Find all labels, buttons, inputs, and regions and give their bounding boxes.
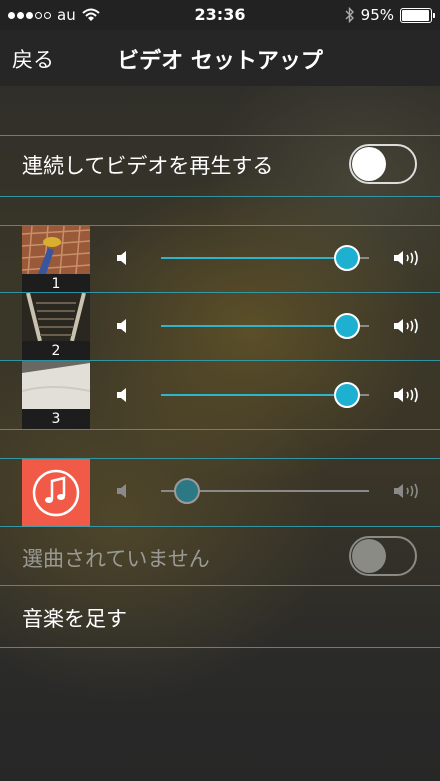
- volume-high-icon: [394, 387, 418, 403]
- separator: [0, 429, 440, 430]
- status-bar: au 23:36 95%: [0, 0, 440, 30]
- battery-area: 95%: [345, 6, 435, 24]
- video-3-volume-slider-knob[interactable]: [333, 382, 360, 408]
- video-number: 3: [22, 409, 90, 429]
- video-preview-image: [22, 361, 90, 409]
- separator: [0, 585, 440, 586]
- video-preview-image: [22, 226, 90, 275]
- video-3-volume-fill: [161, 394, 347, 396]
- video-1-volume-fill: [161, 257, 347, 259]
- video-number: 1: [22, 274, 90, 294]
- video-2-volume-slider-knob[interactable]: [333, 313, 360, 339]
- music-volume-slider-knob[interactable]: [173, 478, 200, 504]
- continuous-play-label: 連続してビデオを再生する: [22, 154, 274, 178]
- add-music-button[interactable]: 音楽を足す: [22, 603, 127, 633]
- volume-low-icon: [117, 388, 126, 402]
- navigation-bar: 戻る ビデオ セットアップ: [0, 30, 440, 86]
- separator: [0, 135, 440, 136]
- volume-high-icon: [394, 318, 418, 334]
- separator: [0, 647, 440, 648]
- video-number: 2: [22, 341, 90, 361]
- video-2-volume-fill: [161, 325, 347, 327]
- music-toggle[interactable]: [349, 536, 417, 576]
- page-title: ビデオ セットアップ: [117, 49, 323, 74]
- volume-high-icon: [394, 250, 418, 266]
- video-preview-image: [22, 293, 90, 342]
- music-library-button[interactable]: [22, 459, 90, 527]
- battery-percent: 95%: [360, 6, 394, 24]
- continuous-play-toggle[interactable]: [349, 144, 417, 184]
- video-thumbnail-3[interactable]: 3: [22, 361, 90, 429]
- separator: [0, 526, 440, 527]
- video-1-volume-slider-knob[interactable]: [333, 245, 360, 271]
- volume-high-icon: [394, 483, 418, 499]
- bluetooth-icon: [345, 7, 354, 23]
- toggle-knob: [352, 539, 386, 573]
- separator: [0, 196, 440, 197]
- volume-low-icon: [117, 251, 126, 265]
- battery-icon: [400, 7, 435, 23]
- music-note-icon: [32, 469, 80, 517]
- volume-low-icon: [117, 319, 126, 333]
- volume-low-icon: [117, 484, 126, 498]
- video-thumbnail-1[interactable]: 1: [22, 226, 90, 294]
- no-song-selected-label: 選曲されていません: [22, 547, 210, 571]
- toggle-knob: [352, 147, 386, 181]
- video-thumbnail-2[interactable]: 2: [22, 293, 90, 361]
